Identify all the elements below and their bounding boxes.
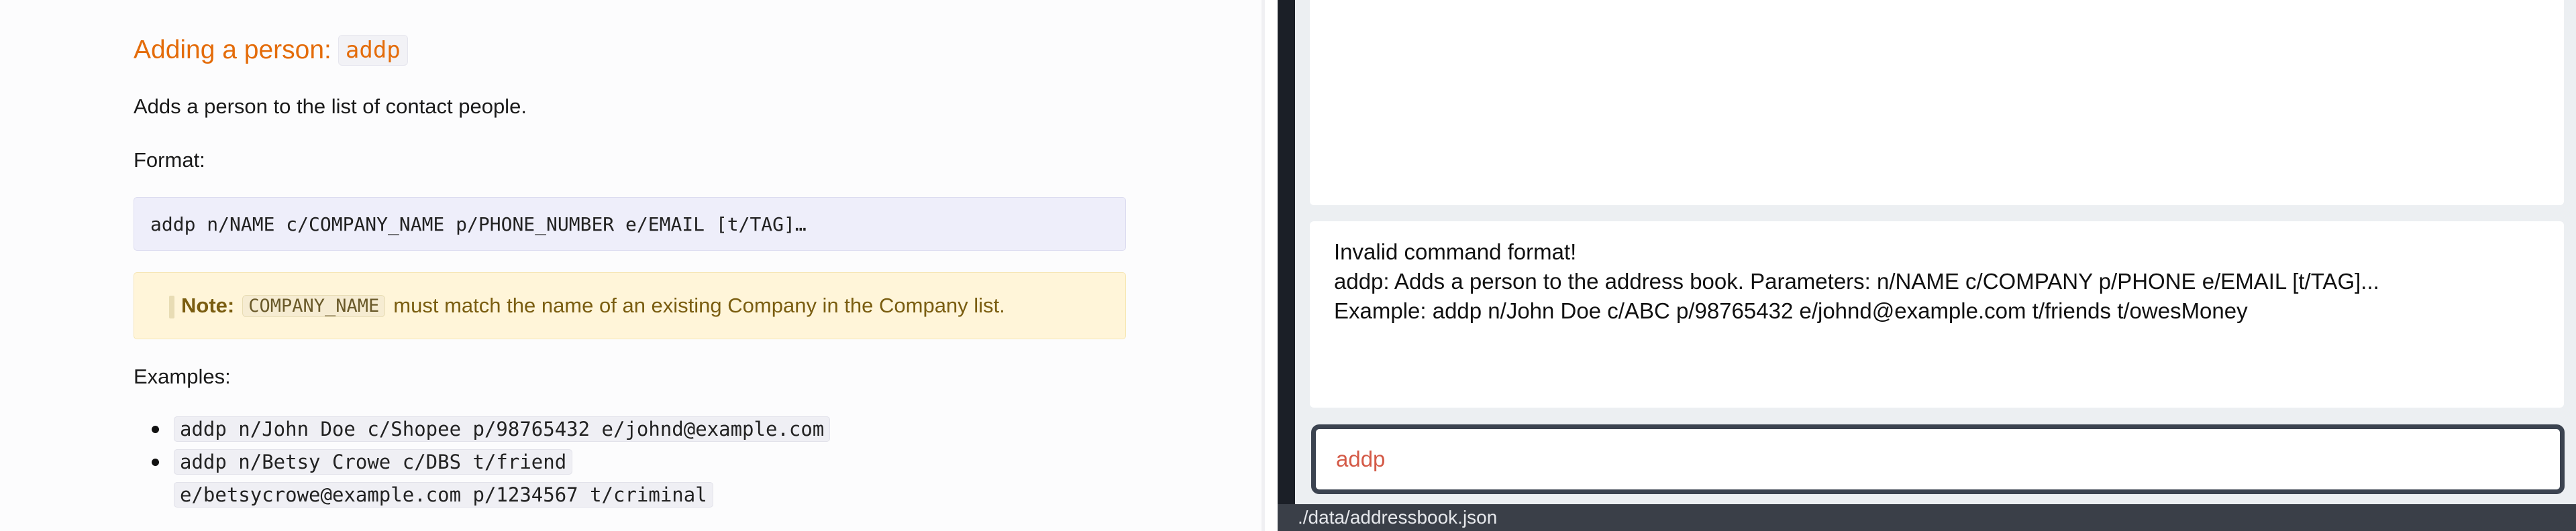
user-guide-panel: Adding a person: addp Adds a person to t…: [0, 0, 1261, 531]
window-frame: [1278, 0, 1295, 531]
command-input[interactable]: addp: [1311, 424, 2565, 494]
address-book-app-window: Invalid command format! addp: Adds a per…: [1278, 0, 2576, 531]
format-code-block: addp n/NAME c/COMPANY_NAME p/PHONE_NUMBE…: [134, 197, 1126, 251]
note-exclamation-icon: [169, 296, 174, 318]
format-code: addp n/NAME c/COMPANY_NAME p/PHONE_NUMBE…: [150, 213, 807, 235]
result-line: addp: Adds a person to the address book.…: [1334, 269, 2379, 294]
example-code: addp n/John Doe c/Shopee p/98765432 e/jo…: [174, 416, 831, 442]
result-line: Example: addp n/John Doe c/ABC p/9876543…: [1334, 298, 2248, 323]
heading-text: Adding a person:: [134, 36, 331, 64]
list-item: addp n/John Doe c/Shopee p/98765432 e/jo…: [134, 413, 1127, 446]
bullet-icon: [152, 426, 159, 433]
list-item: addp n/Betsy Crowe c/DBS t/friend e/bets…: [134, 446, 1127, 512]
note-label: Note:: [181, 294, 235, 317]
note-callout: Note: COMPANY_NAME must match the name o…: [134, 272, 1126, 339]
section-heading: Adding a person: addp: [134, 35, 408, 66]
pane-divider: [1261, 0, 1265, 531]
status-bar: ./data/addressbook.json: [1278, 504, 2576, 531]
command-input-value: addp: [1336, 447, 1386, 471]
examples-label: Examples:: [134, 365, 231, 388]
note-text: must match the name of an existing Compa…: [393, 294, 1005, 317]
example-code: addp n/Betsy Crowe c/DBS t/friend e/bets…: [174, 449, 713, 508]
save-file-path: ./data/addressbook.json: [1298, 507, 1498, 528]
result-line: Invalid command format!: [1334, 239, 1577, 264]
person-list-panel[interactable]: [1310, 0, 2564, 205]
format-label: Format:: [134, 148, 205, 172]
note-code: COMPANY_NAME: [242, 294, 386, 317]
command-description: Adds a person to the list of contact peo…: [134, 95, 527, 118]
examples-list: addp n/John Doe c/Shopee p/98765432 e/jo…: [134, 413, 1127, 512]
result-display: Invalid command format! addp: Adds a per…: [1310, 221, 2564, 408]
heading-command-code: addp: [338, 35, 408, 66]
bullet-icon: [152, 459, 159, 466]
